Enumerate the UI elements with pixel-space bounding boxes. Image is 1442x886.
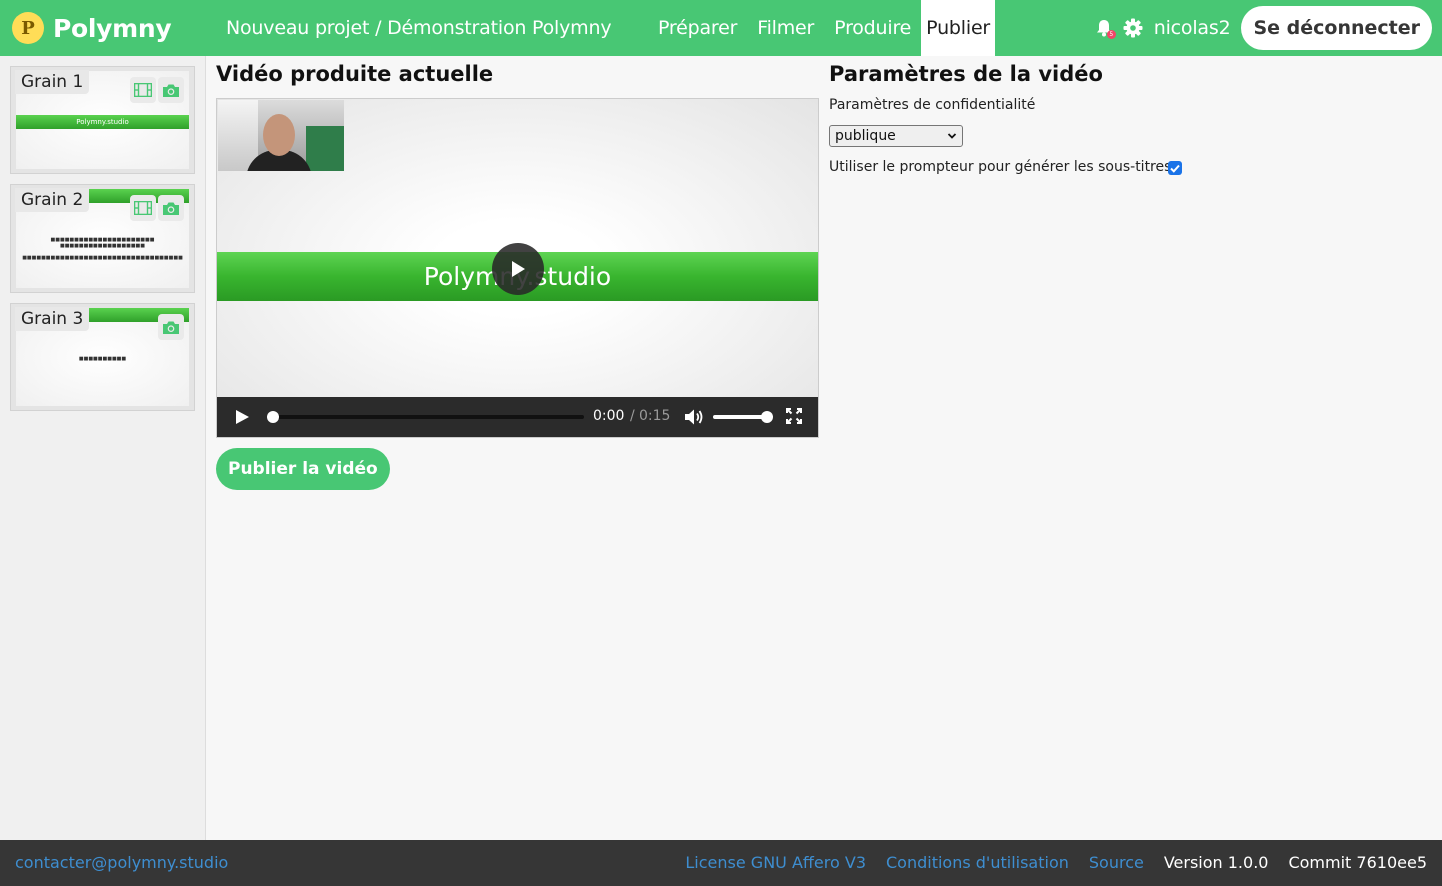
grain-card-1[interactable]: Polymny.studio Grain 1 bbox=[10, 66, 195, 174]
grain-label: Grain 1 bbox=[15, 70, 90, 94]
film-icon[interactable] bbox=[130, 195, 156, 221]
source-link[interactable]: Source bbox=[1089, 840, 1144, 886]
grains-sidebar: Polymny.studio Grain 1 ■■■■■■■■■■■■■■■■■… bbox=[0, 56, 206, 840]
grain-card-2[interactable]: ■■■■■■■■■■■■■■■■■■■■■■ ■■■■■■■■■■■■■■■■■… bbox=[10, 184, 195, 293]
checkmark-icon bbox=[1170, 164, 1180, 173]
prompter-subtitles-checkbox[interactable] bbox=[1168, 161, 1182, 175]
play-icon bbox=[512, 261, 525, 277]
terms-link[interactable]: Conditions d'utilisation bbox=[886, 840, 1069, 886]
tab-filmer[interactable]: Filmer bbox=[747, 0, 824, 56]
thumbnail-text-line: ■■■■■■■■■■■■■■■■■■ bbox=[59, 243, 146, 249]
notifications-bell-icon[interactable]: 5 bbox=[1094, 18, 1116, 39]
notification-badge: 5 bbox=[1106, 30, 1116, 39]
camera-icon[interactable] bbox=[158, 77, 184, 103]
volume-icon[interactable] bbox=[684, 408, 704, 430]
grain-actions bbox=[128, 195, 184, 221]
tab-publier[interactable]: Publier bbox=[921, 0, 996, 56]
top-navbar: P Polymny Nouveau projet / Démonstration… bbox=[0, 0, 1442, 56]
publish-video-button[interactable]: Publier la vidéo bbox=[216, 448, 390, 490]
tab-produire[interactable]: Produire bbox=[824, 0, 921, 56]
thumbnail-text-line: ■■■■■■■■■■■■■■■■■■■■■■■■■■■■■■■■■■ bbox=[22, 255, 183, 261]
privacy-select[interactable]: publique bbox=[829, 125, 963, 147]
webcam-person-head bbox=[263, 114, 295, 156]
webcam-green-screen bbox=[306, 126, 344, 171]
chevron-down-icon bbox=[947, 133, 957, 139]
grain-actions bbox=[156, 314, 184, 340]
footer-links: License GNU Affero V3 Conditions d'utili… bbox=[665, 840, 1427, 886]
commit-text: Commit 7610ee5 bbox=[1288, 853, 1427, 872]
grain-card-3[interactable]: ■■■■■■■■■■ Grain 3 bbox=[10, 303, 195, 411]
film-icon[interactable] bbox=[130, 77, 156, 103]
privacy-select-value: publique bbox=[835, 128, 896, 144]
grain-label: Grain 3 bbox=[15, 307, 90, 331]
navbar-user-area: 5 nicolas2 Se déconnecter bbox=[1094, 0, 1432, 56]
fullscreen-icon[interactable] bbox=[786, 408, 802, 428]
prompter-label: Utiliser le prompteur pour générer les s… bbox=[829, 159, 1172, 175]
logout-button[interactable]: Se déconnecter bbox=[1241, 6, 1432, 50]
time-current: 0:00 bbox=[593, 408, 625, 424]
gear-icon[interactable] bbox=[1122, 17, 1144, 39]
progress-bar[interactable] bbox=[267, 411, 584, 423]
time-total: 0:15 bbox=[639, 408, 671, 424]
contact-email-link[interactable]: contacter@polymny.studio bbox=[15, 840, 228, 886]
version-text: Version 1.0.0 bbox=[1163, 853, 1269, 872]
webcam-overlay bbox=[218, 100, 344, 171]
thumbnail-text-line: ■■■■■■■■■■ bbox=[78, 356, 127, 362]
video-settings-title: Paramètres de la vidéo bbox=[829, 62, 1103, 86]
grain-label: Grain 2 bbox=[15, 188, 90, 212]
video-player[interactable]: Polymny.studio 0:00 / 0:15 bbox=[216, 98, 819, 438]
thumbnail-banner-text: Polymny.studio bbox=[76, 118, 129, 126]
brand-name: Polymny bbox=[53, 13, 172, 43]
project-breadcrumb[interactable]: Nouveau projet / Démonstration Polymny bbox=[226, 0, 612, 56]
volume-knob[interactable] bbox=[761, 411, 773, 423]
camera-icon[interactable] bbox=[158, 314, 184, 340]
play-icon[interactable] bbox=[234, 409, 250, 429]
thumbnail-banner: Polymny.studio bbox=[16, 115, 189, 129]
volume-slider[interactable] bbox=[713, 411, 773, 423]
grain-actions bbox=[128, 77, 184, 103]
progress-knob[interactable] bbox=[267, 411, 279, 423]
produced-video-title: Vidéo produite actuelle bbox=[216, 62, 494, 86]
license-link[interactable]: License GNU Affero V3 bbox=[685, 840, 866, 886]
tab-preparer[interactable]: Préparer bbox=[648, 0, 747, 56]
polymny-logo: P bbox=[12, 12, 44, 44]
big-play-button[interactable] bbox=[492, 243, 544, 295]
brand[interactable]: P Polymny bbox=[12, 12, 212, 44]
footer: contacter@polymny.studio License GNU Aff… bbox=[0, 840, 1442, 886]
time-separator: / bbox=[630, 408, 635, 424]
nav-tabs: Préparer Filmer Produire Publier bbox=[648, 0, 996, 56]
username[interactable]: nicolas2 bbox=[1154, 17, 1231, 39]
camera-icon[interactable] bbox=[158, 195, 184, 221]
video-controls: 0:00 / 0:15 bbox=[217, 397, 818, 437]
privacy-label: Paramètres de confidentialité bbox=[829, 97, 1036, 113]
